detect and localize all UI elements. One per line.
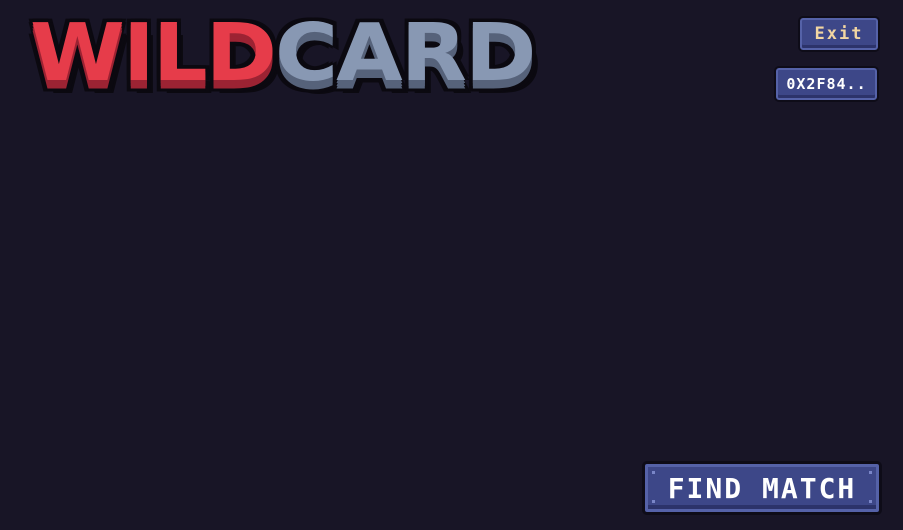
button-corner-rivet [869, 471, 872, 474]
find-match-label: FIND MATCH [667, 471, 857, 505]
find-match-button[interactable]: FIND MATCH [642, 461, 882, 515]
button-corner-rivet [652, 500, 655, 503]
logo-word-wild: WILD [30, 7, 277, 100]
wallet-address-button[interactable]: 0X2F84.. [774, 66, 879, 102]
exit-button[interactable]: Exit [798, 16, 880, 52]
button-corner-rivet [652, 471, 655, 474]
logo-word-card: CARD [275, 7, 536, 100]
game-logo: WILD CARD [30, 7, 536, 100]
button-corner-rivet [869, 500, 872, 503]
